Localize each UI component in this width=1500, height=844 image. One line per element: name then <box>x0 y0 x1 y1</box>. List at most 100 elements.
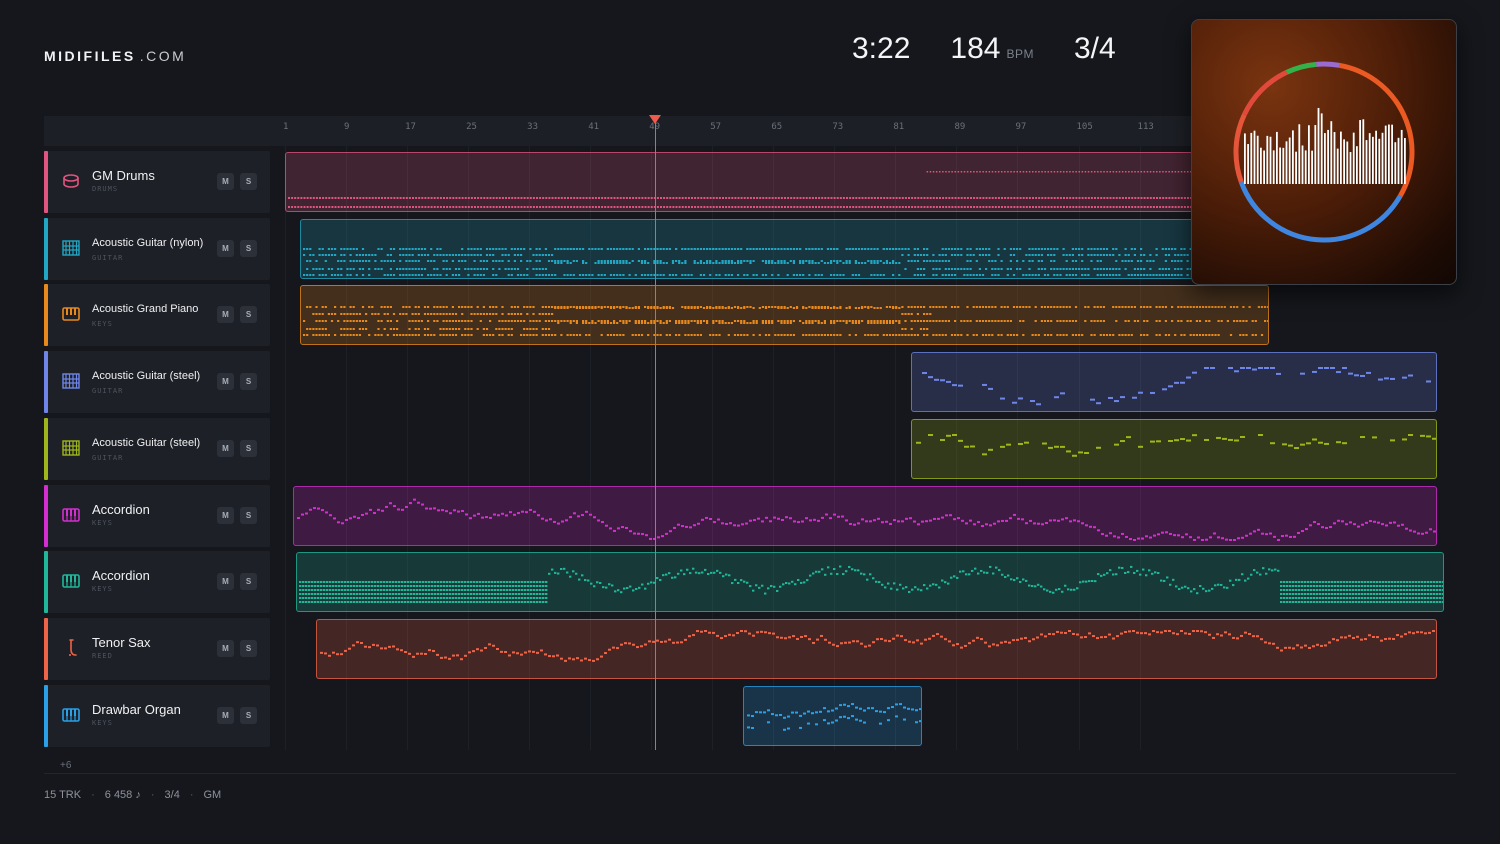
ruler-tick: 65 <box>771 122 783 132</box>
track-color-bar <box>44 617 48 680</box>
waveform-bar <box>1304 150 1307 184</box>
mute-button[interactable]: M <box>217 573 234 591</box>
track-category: KEYS <box>92 320 113 329</box>
track-name: Acoustic Guitar (steel) <box>92 370 201 383</box>
guitar-icon <box>60 370 82 392</box>
waveform-bar <box>1336 148 1339 184</box>
track-header[interactable]: Acoustic Guitar (steel) GUITAR M S <box>44 351 270 414</box>
playhead-line[interactable] <box>655 122 656 750</box>
piano-icon <box>60 303 82 325</box>
track-name: Acoustic Grand Piano <box>92 303 199 316</box>
track-header[interactable]: Acoustic Guitar (nylon) GUITAR M S <box>44 217 270 280</box>
mute-button[interactable]: M <box>217 173 234 190</box>
waveform-bar <box>1346 141 1349 184</box>
ruler-tick: 89 <box>954 122 966 132</box>
waveform-bar <box>1333 132 1336 184</box>
track-color-bar <box>44 284 48 347</box>
solo-button[interactable]: S <box>240 706 257 724</box>
track-category: REED <box>92 651 113 660</box>
track-header[interactable]: Acoustic Grand Piano KEYS M S <box>44 284 270 347</box>
note-pattern <box>299 565 1443 604</box>
midi-clip[interactable] <box>910 352 1438 413</box>
ring-segment <box>1285 61 1317 75</box>
waveform-bar <box>1308 125 1310 184</box>
note-count: 6 458 ♪ <box>104 789 141 801</box>
track-color-bar <box>44 217 48 280</box>
mute-button[interactable]: M <box>217 239 234 257</box>
waveform-bar <box>1244 133 1246 184</box>
solo-button[interactable]: S <box>240 173 257 190</box>
waveform-bar <box>1327 129 1329 184</box>
waveform-bar <box>1330 121 1333 184</box>
ring-segment <box>1238 181 1403 243</box>
track-name: Acoustic Guitar (steel) <box>92 436 201 449</box>
solo-button[interactable]: S <box>240 239 257 257</box>
keyboard-icon <box>60 570 82 592</box>
solo-button[interactable]: S <box>240 439 257 457</box>
waveform-bar <box>1375 130 1377 184</box>
time-signature: 3/4 <box>1073 32 1116 65</box>
track-header[interactable]: Drawbar Organ KEYS M S <box>44 684 270 747</box>
midi-clip[interactable] <box>910 418 1438 479</box>
mute-button[interactable]: M <box>217 639 234 657</box>
mute-button[interactable]: M <box>217 439 234 457</box>
keyboard-icon <box>60 504 82 526</box>
solo-button[interactable]: S <box>240 373 257 391</box>
waveform-bar <box>1359 120 1361 184</box>
waveform-bar <box>1352 132 1355 184</box>
track-name: Drawbar Organ <box>92 701 181 717</box>
track-color-bar <box>44 484 48 547</box>
album-art <box>1191 19 1457 285</box>
track-category: GUITAR <box>92 453 124 462</box>
track-header[interactable]: Accordion KEYS M S <box>44 551 270 614</box>
mute-button[interactable]: M <box>217 306 234 324</box>
track-category: GUITAR <box>92 253 124 262</box>
track-header[interactable]: Accordion KEYS M S <box>44 484 270 547</box>
keyboard-icon <box>60 704 82 726</box>
more-tracks-count[interactable]: +6 <box>60 760 71 771</box>
track-header[interactable]: Tenor Sax REED M S <box>44 617 270 680</box>
waveform-bar <box>1388 124 1390 184</box>
solo-button[interactable]: S <box>240 639 257 657</box>
ruler-tick: 41 <box>588 122 600 132</box>
track-header[interactable]: GM Drums DRUMS M S <box>44 151 270 213</box>
midi-clip[interactable] <box>300 285 1270 346</box>
mute-button[interactable]: M <box>217 506 234 524</box>
ruler-tick: 33 <box>527 122 538 132</box>
waveform-bar <box>1298 124 1301 184</box>
track-count: 15 TRK <box>44 789 82 801</box>
track-color-bar <box>44 684 48 747</box>
midi-clip[interactable] <box>315 618 1438 679</box>
mute-button[interactable]: M <box>217 373 234 391</box>
sax-icon <box>60 637 82 659</box>
midi-clip[interactable] <box>742 685 923 746</box>
waveform-bar <box>1269 136 1272 184</box>
midi-clip[interactable] <box>285 152 1308 212</box>
midi-clip[interactable] <box>296 552 1444 613</box>
note-pattern <box>915 433 1437 457</box>
brand-logo: MIDIFILES .COM <box>44 48 186 64</box>
waveform-bar <box>1349 152 1352 184</box>
waveform-bar <box>1317 107 1320 184</box>
midi-clip[interactable] <box>292 485 1438 546</box>
note-pattern <box>288 171 1307 208</box>
solo-button[interactable]: S <box>240 506 257 524</box>
track-header[interactable]: Acoustic Guitar (steel) GUITAR M S <box>44 417 270 480</box>
waveform-ring-art <box>1233 61 1415 243</box>
waveform-bar <box>1288 137 1291 184</box>
track-color-bar <box>44 151 48 213</box>
solo-button[interactable]: S <box>240 573 257 591</box>
ruler-tick: 17 <box>405 122 416 132</box>
ruler-tick: 113 <box>1137 122 1154 132</box>
waveform-bar <box>1324 133 1326 184</box>
guitar-icon <box>60 437 82 459</box>
playhead-marker[interactable] <box>649 115 661 124</box>
waveform-bar <box>1272 150 1275 184</box>
track-color-bar <box>44 417 48 480</box>
track-category: DRUMS <box>92 185 119 193</box>
waveform-bar <box>1384 125 1387 184</box>
solo-button[interactable]: S <box>240 306 257 324</box>
waveform-bar <box>1365 140 1368 184</box>
midi-clip[interactable] <box>300 218 1308 279</box>
mute-button[interactable]: M <box>217 706 234 724</box>
